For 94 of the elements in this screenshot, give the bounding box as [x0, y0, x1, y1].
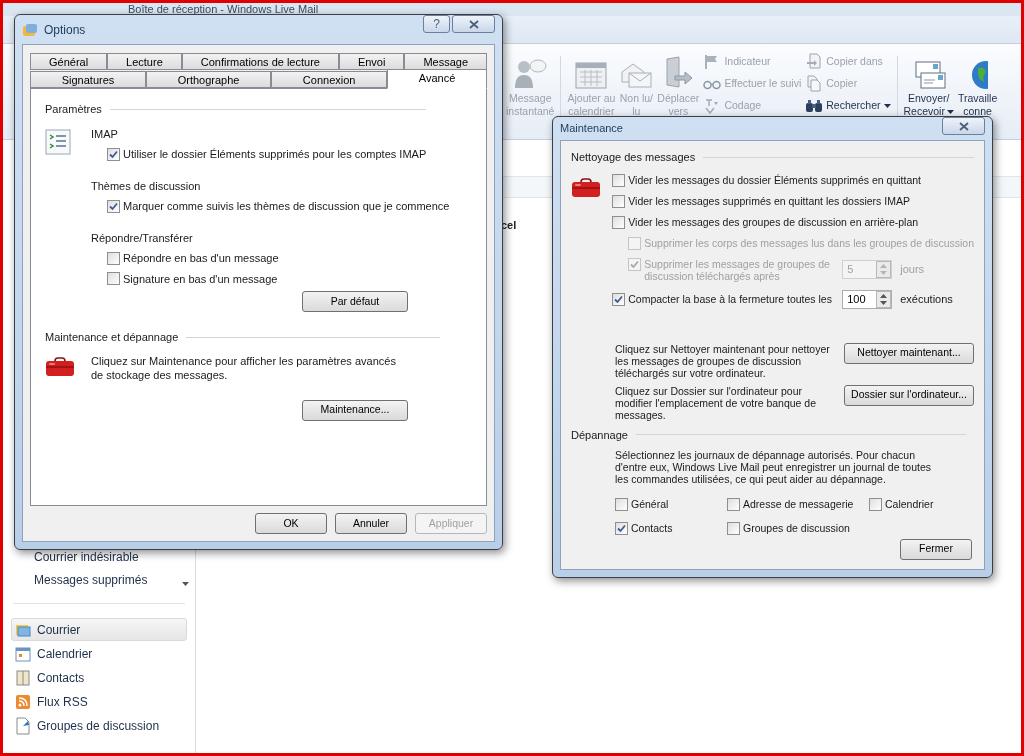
nav-item[interactable]: Calendrier: [11, 642, 187, 665]
description-text: Cliquez sur Dossier sur l'ordinateur pour modifier l'emplacement de votre banque de messages.: [615, 384, 818, 421]
checkbox-label: Contacts: [631, 520, 673, 536]
action-button[interactable]: Dossier sur l'ordinateur...: [844, 384, 974, 406]
checkbox[interactable]: [612, 292, 626, 306]
group-heading: Thèmes de discussion: [91, 178, 202, 194]
list-settings-icon: [45, 128, 71, 155]
encoding-icon: [704, 97, 721, 114]
checkbox[interactable]: [612, 173, 626, 187]
rss-icon: [15, 693, 31, 710]
tab[interactable]: Avancé: [387, 69, 487, 89]
tab[interactable]: Lecture: [107, 53, 182, 70]
address-book-icon: [15, 669, 31, 686]
section-heading: Paramètres: [45, 102, 102, 117]
ribbon-button[interactable]: Envoyer/ Recevoir: [901, 52, 956, 118]
checkbox[interactable]: [612, 194, 626, 208]
person-icon: [513, 58, 548, 90]
close-button[interactable]: [942, 117, 985, 135]
help-button[interactable]: ?: [423, 15, 450, 33]
section-heading: Nettoyage des messages: [571, 150, 696, 165]
dialog-button[interactable]: Annuler: [335, 513, 407, 534]
close-button[interactable]: [452, 15, 495, 33]
ribbon-button[interactable]: Travaille conne: [955, 52, 1000, 118]
tab[interactable]: Envoi: [338, 53, 405, 70]
ribbon-button[interactable]: Rechercher: [805, 96, 891, 115]
checkbox-label: Compacter la base à la fermeture toutes les: [628, 292, 832, 305]
window-title: Maintenance: [560, 121, 623, 137]
checkbox-label: Marquer comme suivis les thèmes de discussion que je commence: [123, 199, 450, 214]
nav-item[interactable]: Contacts: [11, 666, 187, 689]
checkbox[interactable]: [107, 251, 120, 265]
checkbox-label: Utiliser le dossier Éléments supprimés pour les comptes IMAP: [123, 147, 427, 162]
group-heading: Répondre/Transférer: [91, 230, 194, 246]
unit-label: jours: [900, 262, 925, 278]
copy-to-icon: [806, 53, 823, 70]
tab[interactable]: Orthographe: [146, 71, 272, 88]
calendar-icon: [15, 645, 31, 662]
description-text: Sélectionnez les journaux de dépannage autorisés. Pour chacun d'entre eux, Windows Live Mail peut enregistrer un journal de toutes les commandes utilisées, ce qui peut aider au dépannage.: [614, 449, 932, 485]
checkbox[interactable]: [727, 522, 740, 536]
folder-item[interactable]: Courrier indésirable: [34, 548, 139, 566]
toolbox-icon: [45, 356, 75, 377]
maintenance-button[interactable]: Maintenance...: [302, 399, 408, 421]
dialog-button[interactable]: OK: [255, 513, 327, 534]
checkbox-label: Vider les messages des groupes de discussion en arrière-plan: [628, 215, 919, 228]
number-spinner[interactable]: 100: [842, 289, 893, 309]
checkbox-label: Supprimer les corps des messages lus dans les groupes de discussion: [644, 236, 974, 249]
document-icon: [15, 716, 31, 735]
default-button[interactable]: Par défaut: [302, 291, 408, 312]
calendar-icon: [574, 60, 609, 90]
checkbox[interactable]: [107, 272, 120, 286]
description-text: Cliquez sur Nettoyer maintenant pour nettoyer les messages de groupes de discussion téléchargés sur votre ordinateur.: [615, 342, 831, 379]
section-heading: Dépannage: [571, 427, 628, 443]
checkbox[interactable]: [107, 199, 120, 213]
nav-item[interactable]: Courrier: [11, 618, 187, 641]
document-icon: [806, 75, 823, 92]
folder-item[interactable]: Messages supprimés: [34, 571, 148, 589]
window-title: Options: [44, 21, 86, 39]
checkbox[interactable]: [615, 498, 628, 512]
checkbox[interactable]: [869, 498, 882, 512]
tab[interactable]: Confirmations de lecture: [181, 53, 339, 70]
close-icon: [468, 19, 479, 29]
close-icon: [958, 121, 969, 131]
window-title: Boîte de réception - Windows Live Mail: [128, 3, 319, 16]
checkbox-label: Répondre en bas d'un message: [123, 251, 279, 266]
unit-label: exécutions: [900, 291, 953, 307]
spin-arrows-icon: [876, 261, 892, 278]
tab[interactable]: Connexion: [271, 71, 388, 88]
checkbox-label: Calendrier: [885, 497, 934, 512]
tab[interactable]: Général: [30, 53, 108, 70]
checkbox-label: Adresse de messagerie: [743, 497, 854, 512]
checkbox-label: Groupes de discussion: [743, 520, 850, 536]
close-dialog-button[interactable]: Fermer: [900, 538, 972, 560]
description-text: Cliquez sur Maintenance pour afficher les paramètres avancés de stockage des messages.: [91, 353, 397, 382]
toolbox-icon: [571, 177, 601, 198]
nav-item[interactable]: Groupes de discussion: [11, 714, 187, 737]
checkbox-label: Signature en bas d'un message: [123, 271, 278, 287]
binoculars-icon: [805, 98, 824, 113]
caret-icon: [883, 103, 891, 108]
checkbox-label: Vider les messages supprimés en quittant les dossiers IMAP: [628, 194, 910, 207]
checkbox[interactable]: [107, 147, 120, 161]
checkbox[interactable]: [612, 215, 626, 229]
group-heading: IMAP: [91, 126, 119, 142]
checkbox-label: Supprimer les messages de groupes de discussion téléchargés après: [644, 257, 831, 282]
nav-item[interactable]: Flux RSS: [11, 690, 187, 713]
checkbox-label: Général: [631, 497, 669, 512]
scroll-down-icon: [182, 582, 189, 586]
checkbox[interactable]: [615, 522, 628, 536]
section-heading: Maintenance et dépannage: [45, 330, 179, 345]
tab[interactable]: Signatures: [30, 71, 146, 88]
caret-icon: [946, 109, 954, 114]
spin-arrows-icon: [876, 290, 892, 308]
checkbox-label: Vider les messages du dossier Éléments supprimés en quittant: [628, 173, 922, 186]
action-button[interactable]: Nettoyer maintenant...: [844, 342, 974, 364]
app-icon: [22, 22, 38, 37]
checkbox[interactable]: [727, 498, 740, 512]
